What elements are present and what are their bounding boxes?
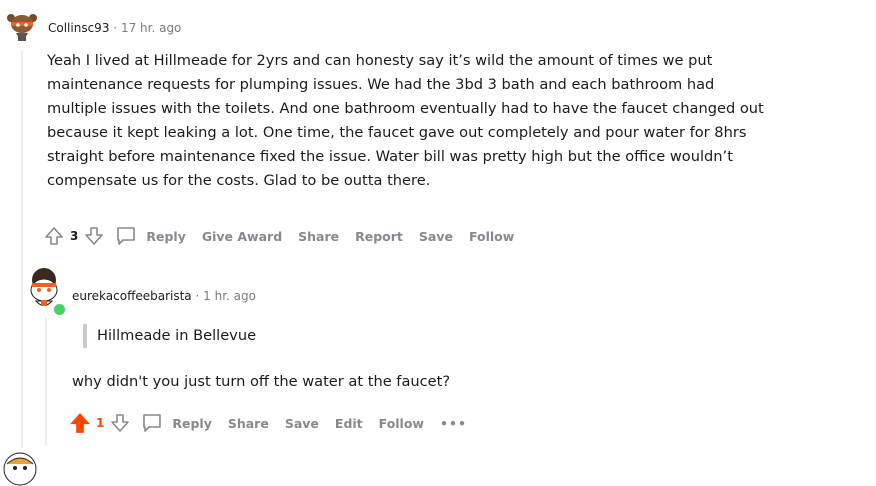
snoo-avatar-icon xyxy=(3,8,41,46)
share-button[interactable]: Share xyxy=(220,416,277,431)
comment-meta: eurekacoffeebarista · 1 hr. ago xyxy=(72,289,256,303)
save-button[interactable]: Save xyxy=(277,416,327,431)
comment-actions: 3 Reply Give Award Share Report Save Fol… xyxy=(42,224,522,248)
timestamp[interactable]: 17 hr. ago xyxy=(121,21,181,35)
downvote-icon[interactable] xyxy=(82,224,106,248)
meta-separator: · xyxy=(113,21,118,35)
follow-button[interactable]: Follow xyxy=(461,229,522,244)
comment-actions: 1 Reply Share Save Edit Follow ••• xyxy=(68,411,475,435)
follow-button[interactable]: Follow xyxy=(371,416,432,431)
vote-score: 3 xyxy=(70,229,79,243)
comment-line: multiple issues with the toilets. And on… xyxy=(47,100,764,117)
edit-button[interactable]: Edit xyxy=(327,416,371,431)
username-link[interactable]: eurekacoffeebarista xyxy=(72,289,192,303)
online-status-icon xyxy=(52,302,67,317)
snoo-avatar-icon xyxy=(3,452,37,486)
comment-line: maintenance requests for plumping issues… xyxy=(47,76,715,93)
comment-meta: Collinsc93 · 17 hr. ago xyxy=(48,21,181,35)
more-options-icon[interactable]: ••• xyxy=(432,416,475,431)
reply-button[interactable]: Reply xyxy=(114,224,193,248)
vote-score: 1 xyxy=(96,416,105,430)
thread-line-main[interactable] xyxy=(21,50,23,448)
comment-line: straight before maintenance fixed the is… xyxy=(47,148,733,165)
comment-line: Yeah I lived at Hillmeade for 2yrs and c… xyxy=(47,52,713,69)
reply-label: Reply xyxy=(146,228,186,244)
blockquote: Hillmeade in Bellevue xyxy=(83,324,256,348)
reply-button[interactable]: Reply xyxy=(140,411,219,435)
give-award-button[interactable]: Give Award xyxy=(194,229,290,244)
thread-line-reply[interactable] xyxy=(45,318,47,446)
save-button[interactable]: Save xyxy=(411,229,461,244)
timestamp[interactable]: 1 hr. ago xyxy=(203,289,256,303)
report-button[interactable]: Report xyxy=(347,229,411,244)
meta-separator: · xyxy=(195,289,200,303)
comment-body: Yeah I lived at Hillmeade for 2yrs and c… xyxy=(47,49,764,193)
comment-line: compensate us for the costs. Glad to be … xyxy=(47,172,431,189)
share-button[interactable]: Share xyxy=(290,229,347,244)
avatar-next-comment[interactable] xyxy=(3,452,37,486)
avatar-collinsc93[interactable] xyxy=(3,8,41,46)
comment-bubble-icon xyxy=(114,224,138,248)
upvote-active-icon[interactable] xyxy=(68,411,92,435)
comment-body: why didn't you just turn off the water a… xyxy=(72,373,451,390)
username-link[interactable]: Collinsc93 xyxy=(48,21,109,35)
comment-bubble-icon xyxy=(140,411,164,435)
comment-line: because it kept leaking a lot. One time,… xyxy=(47,124,747,141)
upvote-icon[interactable] xyxy=(42,224,66,248)
downvote-icon[interactable] xyxy=(108,411,132,435)
reply-label: Reply xyxy=(172,415,212,431)
